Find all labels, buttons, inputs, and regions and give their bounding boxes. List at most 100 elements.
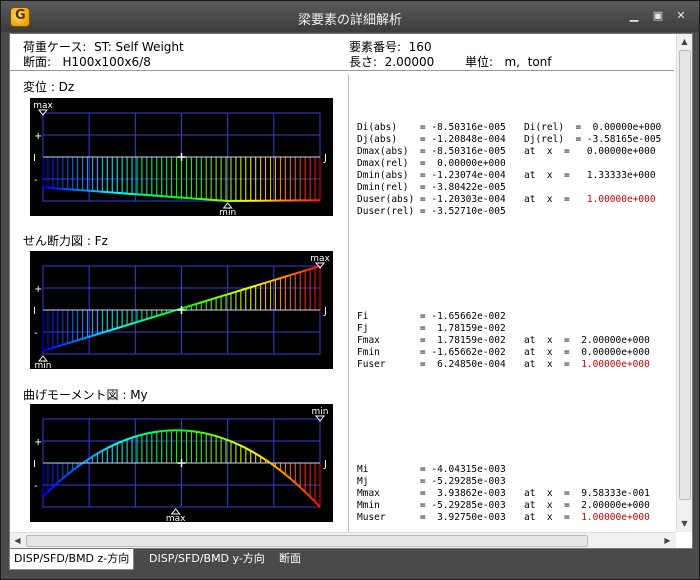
diagram-curve <box>245 447 252 452</box>
moment-diagram: +-I Jminmax <box>33 407 328 522</box>
scroll-up-icon[interactable]: ▲ <box>677 34 692 49</box>
shear-plot: + - I Jmax min <box>30 251 333 369</box>
result-row: Duser(abs) = -1.20303e-004 at x = 1.00000… <box>357 194 656 206</box>
diagram-curve <box>265 280 271 284</box>
diagram-curve <box>280 275 286 280</box>
diagram-curve <box>57 343 64 348</box>
result-row: Fi = -1.65662e-002 <box>357 311 506 323</box>
result-row: Di(abs) = -8.50316e-005 Di(rel) = 0.00000… <box>357 122 661 134</box>
diagram-curve <box>309 266 316 270</box>
diagram-curve <box>146 431 153 435</box>
diagram-curve <box>87 334 93 339</box>
diagram-curve <box>92 333 98 337</box>
result-label: Fmin = -1.65662e-002 <box>357 347 506 358</box>
diagram-curve <box>151 430 157 434</box>
i-end-label: I <box>33 306 36 317</box>
j-end-label: J <box>323 153 327 164</box>
diagram-curve <box>299 486 306 493</box>
vertical-scroll-thumb[interactable] <box>679 50 691 500</box>
maximize-icon[interactable]: ▣ <box>651 10 665 22</box>
diagram-curve <box>166 310 172 314</box>
diagram-curve <box>186 304 192 308</box>
diagram-curve <box>284 473 291 480</box>
main-window: 梁要素の詳細解析 ▁ ▣ ✕ 荷重ケース: ST: Self Weight 断面… <box>0 0 700 580</box>
result-location: at x = 1.00000e+000 <box>524 512 650 523</box>
disp-results: Di(abs) = -8.50316e-005 Di(rel) = 0.00000… <box>357 122 661 218</box>
diagram-curve <box>47 346 54 351</box>
close-icon[interactable]: ✕ <box>674 10 688 22</box>
result-label: Fi = -1.65662e-002 <box>357 311 506 322</box>
i-end-label: I <box>33 459 36 470</box>
i-end-label: I <box>33 153 36 164</box>
result-row: Duser(rel) = -3.52710e-005 <box>357 206 506 218</box>
tab-section[interactable]: 断面 <box>275 549 305 569</box>
result-label: Dmax(abs) = -8.50316e-005 <box>357 146 506 157</box>
diagram-curve <box>220 436 227 441</box>
diagram-curve <box>47 486 54 493</box>
disp-diagram: +-I Jmaxmin <box>33 101 327 216</box>
result-row: Dj(abs) = -1.20848e-004 Dj(rel) = -3.5816… <box>357 134 661 146</box>
diagram-curve <box>260 455 267 461</box>
diagram-curve <box>314 501 321 508</box>
user-position-value: 1.00000e+000 <box>581 512 650 523</box>
disp-plot: + - I Jmax min <box>30 98 333 216</box>
horizontal-scrollbar[interactable]: ◀ ▶ <box>10 532 676 548</box>
title-bar[interactable]: 梁要素の詳細解析 ▁ ▣ ✕ <box>1 1 699 32</box>
diagram-curve <box>225 292 232 296</box>
diagram-curve <box>116 440 123 445</box>
diagram-curve <box>42 491 49 498</box>
diagram-curve <box>77 337 83 342</box>
result-row: Mmin = -5.29285e-003 at x = 2.00000e+000 <box>357 500 650 512</box>
diagram-curve <box>201 431 207 435</box>
diagram-curve <box>101 447 108 452</box>
diagram-curve <box>210 296 217 301</box>
diagram-curve <box>106 444 113 449</box>
result-row: Mj = -5.29285e-003 <box>357 476 506 488</box>
vertical-scrollbar[interactable]: ▲ ▼ <box>676 34 692 532</box>
diagram-curve <box>299 269 306 274</box>
diagram-curve <box>215 435 222 439</box>
diagram-curve <box>96 449 103 455</box>
diagram-curve <box>290 272 296 277</box>
result-location: at x = 2.00000e+000 <box>524 335 650 346</box>
min-label: min <box>35 361 52 369</box>
result-row: Dmax(abs) = -8.50316e-005 at x = 0.00000e… <box>357 146 656 158</box>
diagram-curve <box>196 301 202 305</box>
diagram-curve <box>107 328 113 333</box>
diagram-curve <box>279 469 286 476</box>
diagram-curve <box>245 286 252 290</box>
diagram-curve <box>274 465 282 472</box>
diagram-curve <box>136 319 143 324</box>
result-label: Dj(abs) = -1.20848e-004 <box>357 134 506 145</box>
diagram-curve <box>62 473 69 480</box>
scroll-down-icon[interactable]: ▼ <box>677 516 692 531</box>
scroll-right-icon[interactable]: ▶ <box>660 533 675 548</box>
diagram-curve <box>215 295 222 299</box>
diagram-curve <box>126 322 133 327</box>
result-label: Mmin = -5.29285e-003 <box>357 500 506 511</box>
unit-text: 単位: m, tonf <box>465 55 552 69</box>
result-label: Duser(abs) = -1.20303e-004 <box>357 194 506 205</box>
result-label: Di(abs) = -8.50316e-005 <box>357 122 506 133</box>
horizontal-scroll-thumb[interactable] <box>26 535 588 547</box>
minimize-icon[interactable]: ▁ <box>627 10 641 22</box>
diagram-curve <box>230 290 237 295</box>
diagram-curve <box>235 442 242 447</box>
shear-results: Fi = -1.65662e-002 Fj = 1.78159e-002 Fmax … <box>357 311 650 371</box>
diagram-curve <box>304 491 311 498</box>
tab-disp-y[interactable]: DISP/SFD/BMD y-方向 <box>145 549 269 569</box>
diagram-curve <box>156 430 162 433</box>
tab-disp-z[interactable]: DISP/SFD/BMD z-方向 <box>9 549 135 570</box>
diagram-curve <box>131 435 138 439</box>
diagram-curve <box>270 278 276 283</box>
scroll-left-icon[interactable]: ◀ <box>10 533 25 548</box>
minus-label: - <box>34 481 38 492</box>
result-label: Mi = -4.04315e-003 <box>357 464 506 475</box>
diagram-curve <box>255 452 262 458</box>
diagram-curve <box>57 477 64 484</box>
result-location: at x = 0.00000e+000 <box>524 146 656 157</box>
diagram-curve <box>72 465 79 472</box>
result-location: at x = 1.33333e+000 <box>524 170 656 181</box>
window-title: 梁要素の詳細解析 <box>297 13 402 28</box>
plus-label: + <box>34 284 42 295</box>
